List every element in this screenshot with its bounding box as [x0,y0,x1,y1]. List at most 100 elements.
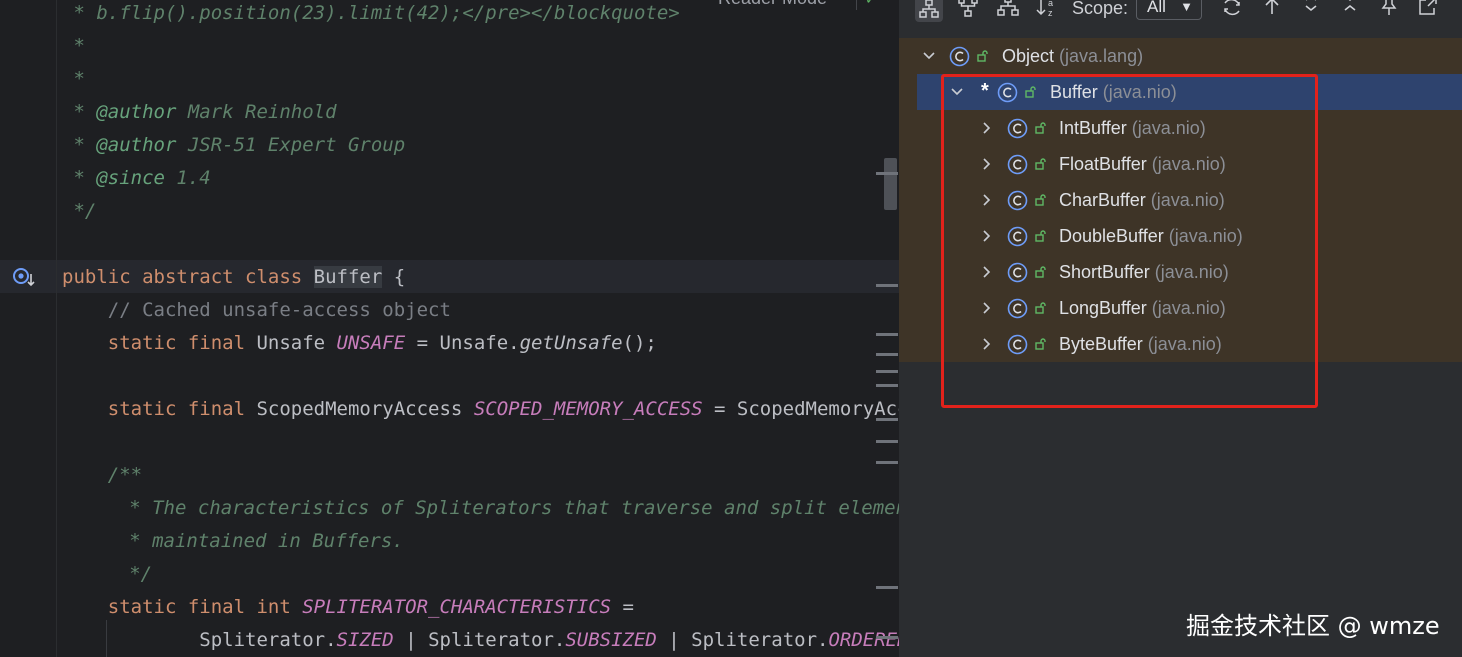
code-line[interactable]: public abstract class Buffer { [62,261,405,294]
code-token: @author [96,101,177,123]
class-icon [949,46,970,67]
scrollbar-marker[interactable] [876,461,898,464]
code-line[interactable]: */ [72,558,152,591]
code-token: Unsafe [256,332,337,354]
tree-node-object[interactable]: Object (java.lang) [899,38,1462,74]
expand-all-icon[interactable] [1297,0,1325,22]
collapse-all-icon[interactable] [1336,0,1364,22]
code-line[interactable]: // Cached unsafe-access object [62,294,451,327]
scrollbar-marker[interactable] [876,370,898,373]
indent-guide [106,620,107,657]
code-token: = [611,596,634,618]
refresh-icon[interactable] [1218,0,1246,22]
code-token: UNSAFE [336,332,406,354]
code-token: getUnsafe [519,332,623,354]
implemented-override-gutter-icon[interactable] [12,266,36,288]
code-line[interactable]: /** [62,459,142,492]
code-token: SCOPED_MEMORY_ACCESS [473,398,703,420]
code-line[interactable]: * [62,30,85,63]
code-token: @since [96,167,165,189]
watermark: 掘金技术社区 @ wmze [1186,612,1440,640]
code-line[interactable]: static final ScopedMemoryAccess SCOPED_M… [62,393,899,426]
code-token: * [62,134,97,156]
code-token: = Unsafe. [405,332,520,354]
code-token: | Spliterator. [656,629,829,651]
scroll-from-source-icon[interactable] [1258,0,1286,22]
code-line[interactable]: * @since 1.4 [62,162,211,195]
gutter-divider [56,0,57,657]
scrollbar-marker[interactable] [876,333,898,336]
editor-scrollbar-thumb[interactable] [884,158,897,210]
code-token: * [62,167,97,189]
annotation-highlight-box [941,74,1318,408]
class-name: Object [1002,46,1055,66]
scrollbar-marker[interactable] [876,586,898,589]
code-token: static final int [62,596,303,618]
open-in-new-window-icon[interactable] [1414,0,1442,22]
package-name: (java.lang) [1054,46,1144,66]
scope-dropdown[interactable]: All ▼ [1136,0,1202,20]
scrollbar-marker[interactable] [876,172,898,175]
scrollbar-marker[interactable] [876,418,898,421]
inspection-ok-icon[interactable]: ✓ [866,0,875,8]
pin-icon[interactable] [1375,0,1403,22]
code-token: */ [72,563,153,585]
code-token: @author [96,134,177,156]
scrollbar-marker[interactable] [876,440,898,443]
code-token: // Cached unsafe-access object [62,299,451,321]
tree-node-label: Object (java.lang) [1002,38,1143,74]
code-token: { [382,266,406,288]
chevron-down-icon: ▼ [1180,0,1193,14]
public-access-icon [977,50,988,62]
code-line[interactable]: * The characteristics of Spliterators th… [72,492,899,525]
code-token: SIZED [336,629,394,651]
code-token: ORDERED [828,629,899,651]
code-token: * [62,35,85,57]
code-token: = ScopedMemoryAccess [714,398,899,420]
code-token: Buffer [313,266,383,288]
scope-label: Scope: [1072,0,1129,18]
code-editor[interactable]: * b.flip().position(23).limit(42);</pre>… [0,0,899,657]
code-line[interactable]: */ [62,195,96,228]
supertypes-hierarchy-icon[interactable] [954,0,982,22]
code-line[interactable]: * @author Mark Reinhold [62,96,337,129]
code-token: /** [62,464,143,486]
code-token: */ [62,200,97,222]
scrollbar-marker[interactable] [876,636,898,639]
code-line[interactable]: * [62,63,85,96]
code-token: * [62,68,85,90]
reader-mode-toggle[interactable]: Reader Mode [718,0,827,9]
code-line[interactable]: Spliterator.SIZED | Spliterator.SUBSIZED… [62,624,899,657]
scope-value: All [1147,0,1166,16]
svg-text:z: z [1048,8,1053,18]
code-token: SUBSIZED [565,629,657,651]
scrollbar-marker[interactable] [876,353,898,356]
code-token: SPLITERATOR_CHARACTERISTICS [302,596,612,618]
code-token: static final [62,332,257,354]
code-token: * b.flip().position(23).limit(42);</pre>… [62,2,680,24]
chevron-down-icon[interactable] [921,48,937,64]
code-line[interactable]: static final int SPLITERATOR_CHARACTERIS… [62,591,634,624]
scrollbar-marker[interactable] [876,384,898,387]
code-token: ScopedMemoryAccess [256,398,474,420]
code-token: public abstract class [62,266,314,288]
code-token: * maintained in Buffers. [72,530,404,552]
svg-text:a: a [1048,0,1053,8]
code-token: 1.4 [164,167,211,189]
code-line[interactable]: * b.flip().position(23).limit(42);</pre>… [62,0,680,30]
code-token: * The characteristics of Spliterators th… [72,497,899,519]
code-token: JSR-51 Expert Group [176,134,406,156]
code-line[interactable]: * maintained in Buffers. [72,525,404,558]
code-token: static final [62,398,257,420]
hierarchy-toolbar: az Scope: All ▼ [899,0,1462,32]
sort-alphabetically-icon[interactable]: az [1033,0,1061,22]
subtypes-hierarchy-icon[interactable] [915,0,943,22]
code-token: | Spliterator. [393,629,566,651]
code-token: Spliterator. [62,629,337,651]
reader-mode-separator [856,0,857,10]
code-token: Mark Reinhold [176,101,337,123]
scrollbar-marker[interactable] [876,284,898,287]
code-line[interactable]: * @author JSR-51 Expert Group [62,129,405,162]
code-line[interactable]: static final Unsafe UNSAFE = Unsafe.getU… [62,327,657,360]
class-hierarchy-icon[interactable] [994,0,1022,22]
